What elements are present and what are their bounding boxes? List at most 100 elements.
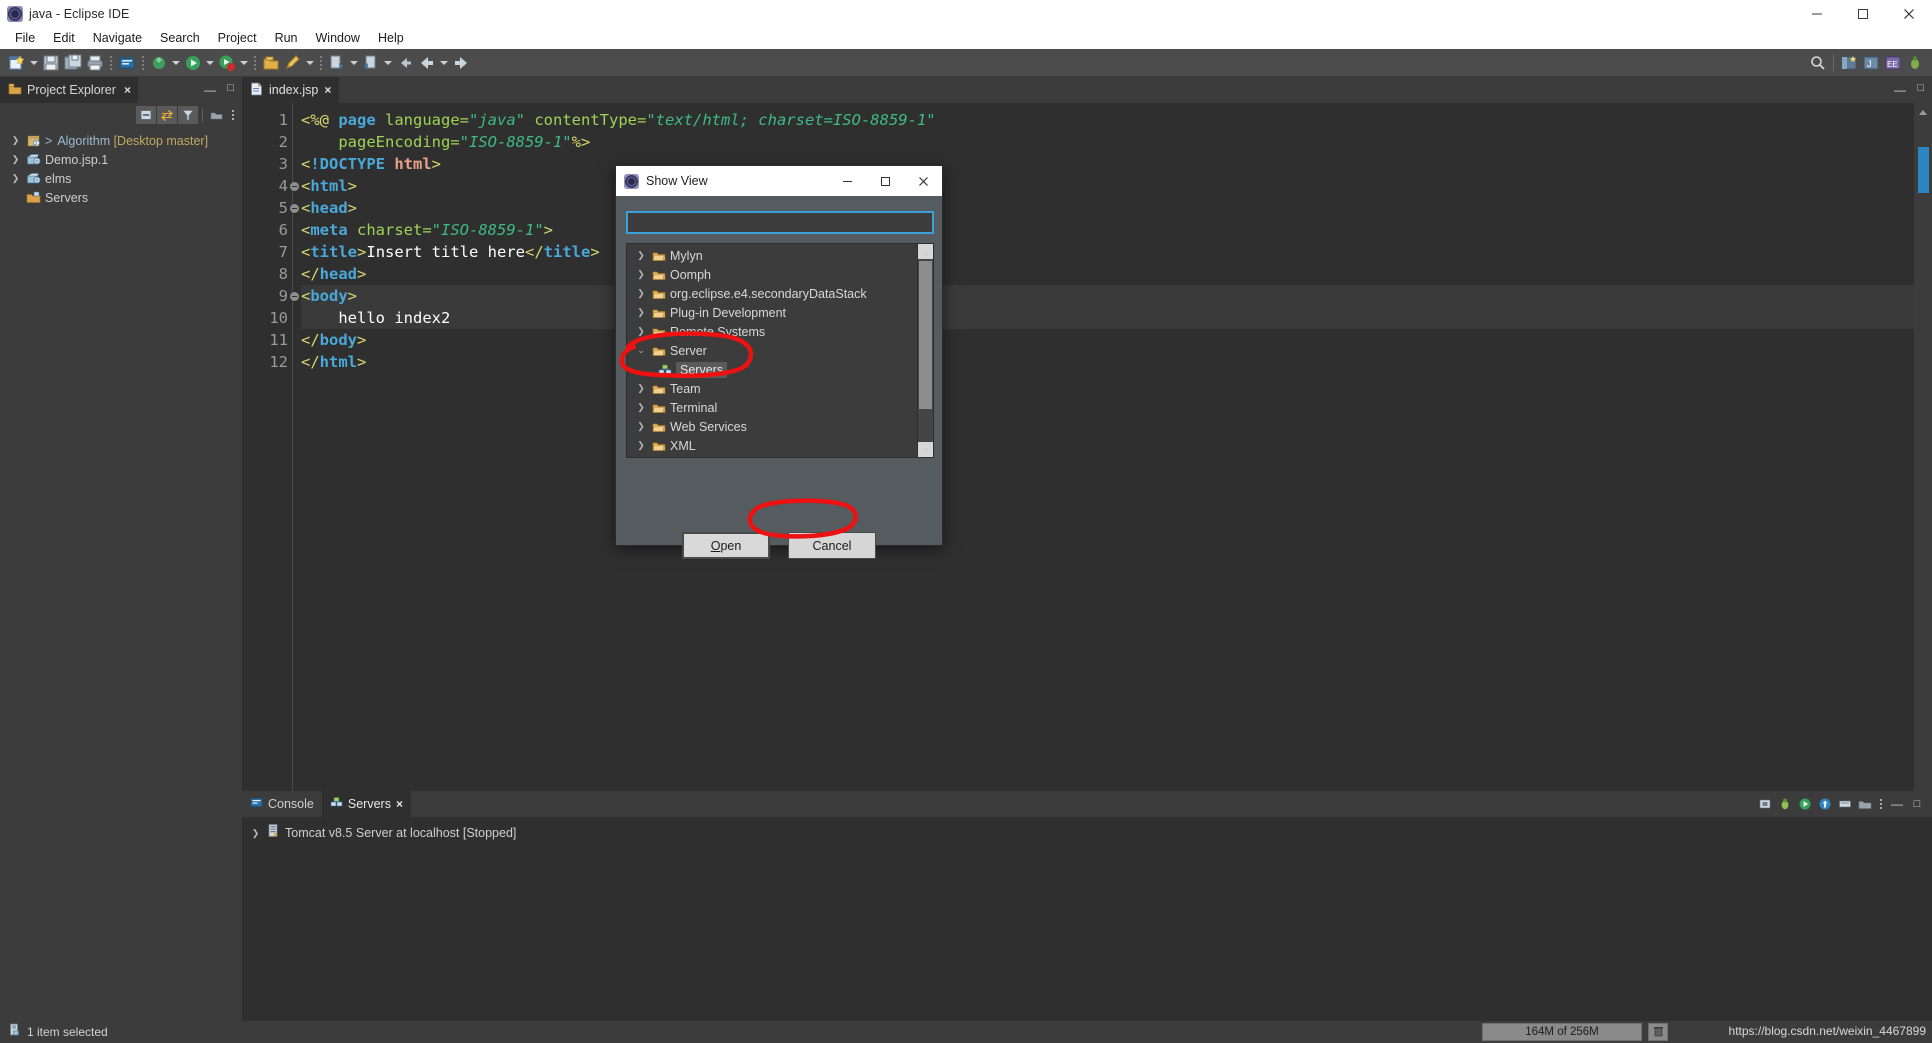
chevron-right-icon[interactable]: ❯ <box>635 288 647 299</box>
run-icon[interactable] <box>182 52 204 74</box>
view-tree-item-team[interactable]: ❯ Team <box>627 379 917 398</box>
tree-item-servers[interactable]: Servers <box>0 188 242 207</box>
scroll-up-icon[interactable]: ▲ <box>918 244 933 259</box>
chevron-right-icon[interactable]: ❯ <box>635 421 647 432</box>
publish-icon[interactable] <box>1816 795 1834 813</box>
menu-navigate[interactable]: Navigate <box>84 29 151 47</box>
run-dropdown-icon[interactable] <box>204 52 216 74</box>
javaee-perspective-icon[interactable]: EE <box>1882 52 1904 74</box>
tree-item-demo-jsp[interactable]: ❯ Demo.jsp.1 <box>0 150 242 169</box>
new-server-icon[interactable] <box>1836 795 1854 813</box>
maximize-icon[interactable]: □ <box>1917 82 1924 94</box>
menu-project[interactable]: Project <box>209 29 266 47</box>
start-icon[interactable] <box>1796 795 1814 813</box>
tree-item-elms[interactable]: ❯ elms <box>0 169 242 188</box>
back-icon[interactable] <box>416 52 438 74</box>
maximize-icon[interactable]: □ <box>1908 795 1926 813</box>
scroll-down-icon[interactable]: ▼ <box>918 442 933 457</box>
view-tree-list[interactable]: ❯ Mylyn ❯ Oomph ❯ org.eclipse.e4.secondaryDat… <box>626 243 934 458</box>
view-tree-item-oomph[interactable]: ❯ Oomph <box>627 265 917 284</box>
dialog-maximize-button[interactable] <box>866 166 904 196</box>
maximize-icon[interactable]: □ <box>227 82 234 94</box>
close-icon[interactable]: × <box>324 83 331 97</box>
tab-servers[interactable]: Servers × <box>321 791 411 817</box>
run-gc-button[interactable] <box>1648 1023 1668 1041</box>
view-tree-item-server[interactable]: ⌄ Server <box>627 341 917 360</box>
new-wizard-icon[interactable] <box>6 52 28 74</box>
back-history-icon[interactable] <box>394 52 416 74</box>
view-menu-icon[interactable] <box>207 106 227 124</box>
chevron-right-icon[interactable]: ❯ <box>635 269 647 280</box>
view-tree-item-mylyn[interactable]: ❯ Mylyn <box>627 246 917 265</box>
chevron-right-icon[interactable]: ❯ <box>10 173 21 184</box>
java-perspective-icon[interactable]: J <box>1860 52 1882 74</box>
debug-icon[interactable] <box>1776 795 1794 813</box>
debug-perspective-icon[interactable] <box>1904 52 1926 74</box>
toolbar-drag-handle-3[interactable] <box>252 54 258 72</box>
terminate-icon[interactable] <box>1756 795 1774 813</box>
close-icon[interactable]: × <box>396 797 403 811</box>
chevron-right-icon[interactable]: ❯ <box>635 307 647 318</box>
open-console-icon[interactable] <box>116 52 138 74</box>
minimize-icon[interactable]: — <box>204 83 216 97</box>
menu-run[interactable]: Run <box>266 29 307 47</box>
forward-icon[interactable] <box>450 52 472 74</box>
next-annotation-icon[interactable] <box>326 52 348 74</box>
dialog-minimize-button[interactable] <box>828 166 866 196</box>
collapse-all-icon[interactable] <box>136 106 156 124</box>
window-maximize-button[interactable] <box>1840 0 1886 27</box>
scrollbar-thumb[interactable] <box>919 261 932 409</box>
view-menu-icon[interactable] <box>1856 795 1874 813</box>
chevron-right-icon[interactable]: ❯ <box>635 383 647 394</box>
search-icon[interactable] <box>1807 52 1829 74</box>
save-icon[interactable] <box>40 52 62 74</box>
fold-toggle-icon[interactable] <box>290 182 299 191</box>
fold-toggle-icon[interactable] <box>290 204 299 213</box>
new-java-class-icon[interactable] <box>282 52 304 74</box>
tree-item-algorithm[interactable]: ❯ 2 > Algorithm [Desktop master] <box>0 131 242 150</box>
tab-console[interactable]: Console <box>242 791 322 817</box>
external-tools-icon[interactable] <box>148 52 170 74</box>
filter-input[interactable] <box>628 213 932 232</box>
toolbar-drag-handle-4[interactable] <box>318 54 324 72</box>
close-icon[interactable]: × <box>124 83 131 97</box>
open-perspective-icon[interactable] <box>1838 52 1860 74</box>
cancel-button[interactable]: Cancel <box>788 532 876 559</box>
menu-help[interactable]: Help <box>369 29 413 47</box>
run-as-dropdown-icon[interactable] <box>238 52 250 74</box>
chevron-right-icon[interactable]: ❯ <box>635 440 647 451</box>
minimize-icon[interactable]: — <box>1894 83 1906 97</box>
open-button[interactable]: Open <box>682 532 770 559</box>
new-java-dropdown-icon[interactable] <box>304 52 316 74</box>
print-icon[interactable] <box>84 52 106 74</box>
toolbar-drag-handle[interactable] <box>108 54 114 72</box>
dialog-scrollbar[interactable]: ▲ ▼ <box>917 244 933 457</box>
chevron-right-icon[interactable]: ❯ <box>635 402 647 413</box>
open-type-icon[interactable] <box>260 52 282 74</box>
window-minimize-button[interactable] <box>1794 0 1840 27</box>
chevron-right-icon[interactable]: ❯ <box>635 326 647 337</box>
view-tree-item-xml[interactable]: ❯ XML <box>627 436 917 455</box>
view-filter-field[interactable] <box>626 211 934 234</box>
view-filter-icon[interactable] <box>178 106 198 124</box>
scrollbar-thumb[interactable] <box>1918 147 1929 193</box>
view-more-icon[interactable] <box>228 106 238 124</box>
chevron-right-icon[interactable]: ❯ <box>250 828 261 839</box>
chevron-down-icon[interactable]: ⌄ <box>635 345 647 356</box>
view-tree-item-terminal[interactable]: ❯ Terminal <box>627 398 917 417</box>
view-more-icon[interactable] <box>1876 795 1886 813</box>
menu-file[interactable]: File <box>6 29 44 47</box>
dialog-close-button[interactable] <box>904 166 942 196</box>
chevron-right-icon[interactable]: ❯ <box>10 154 21 165</box>
tab-index-jsp[interactable]: index.jsp × <box>242 77 340 103</box>
heap-status-indicator[interactable]: 164M of 256M <box>1482 1023 1642 1041</box>
menu-search[interactable]: Search <box>151 29 209 47</box>
chevron-right-icon[interactable]: ❯ <box>635 250 647 261</box>
external-tools-dropdown-icon[interactable] <box>170 52 182 74</box>
back-dropdown-icon[interactable] <box>438 52 450 74</box>
minimize-icon[interactable]: — <box>1888 795 1906 813</box>
view-tree-item-plug-in-development[interactable]: ❯ Plug-in Development <box>627 303 917 322</box>
view-tree-item-servers[interactable]: Servers <box>627 360 917 379</box>
menu-edit[interactable]: Edit <box>44 29 84 47</box>
view-tree-item-web-services[interactable]: ❯ Web Services <box>627 417 917 436</box>
